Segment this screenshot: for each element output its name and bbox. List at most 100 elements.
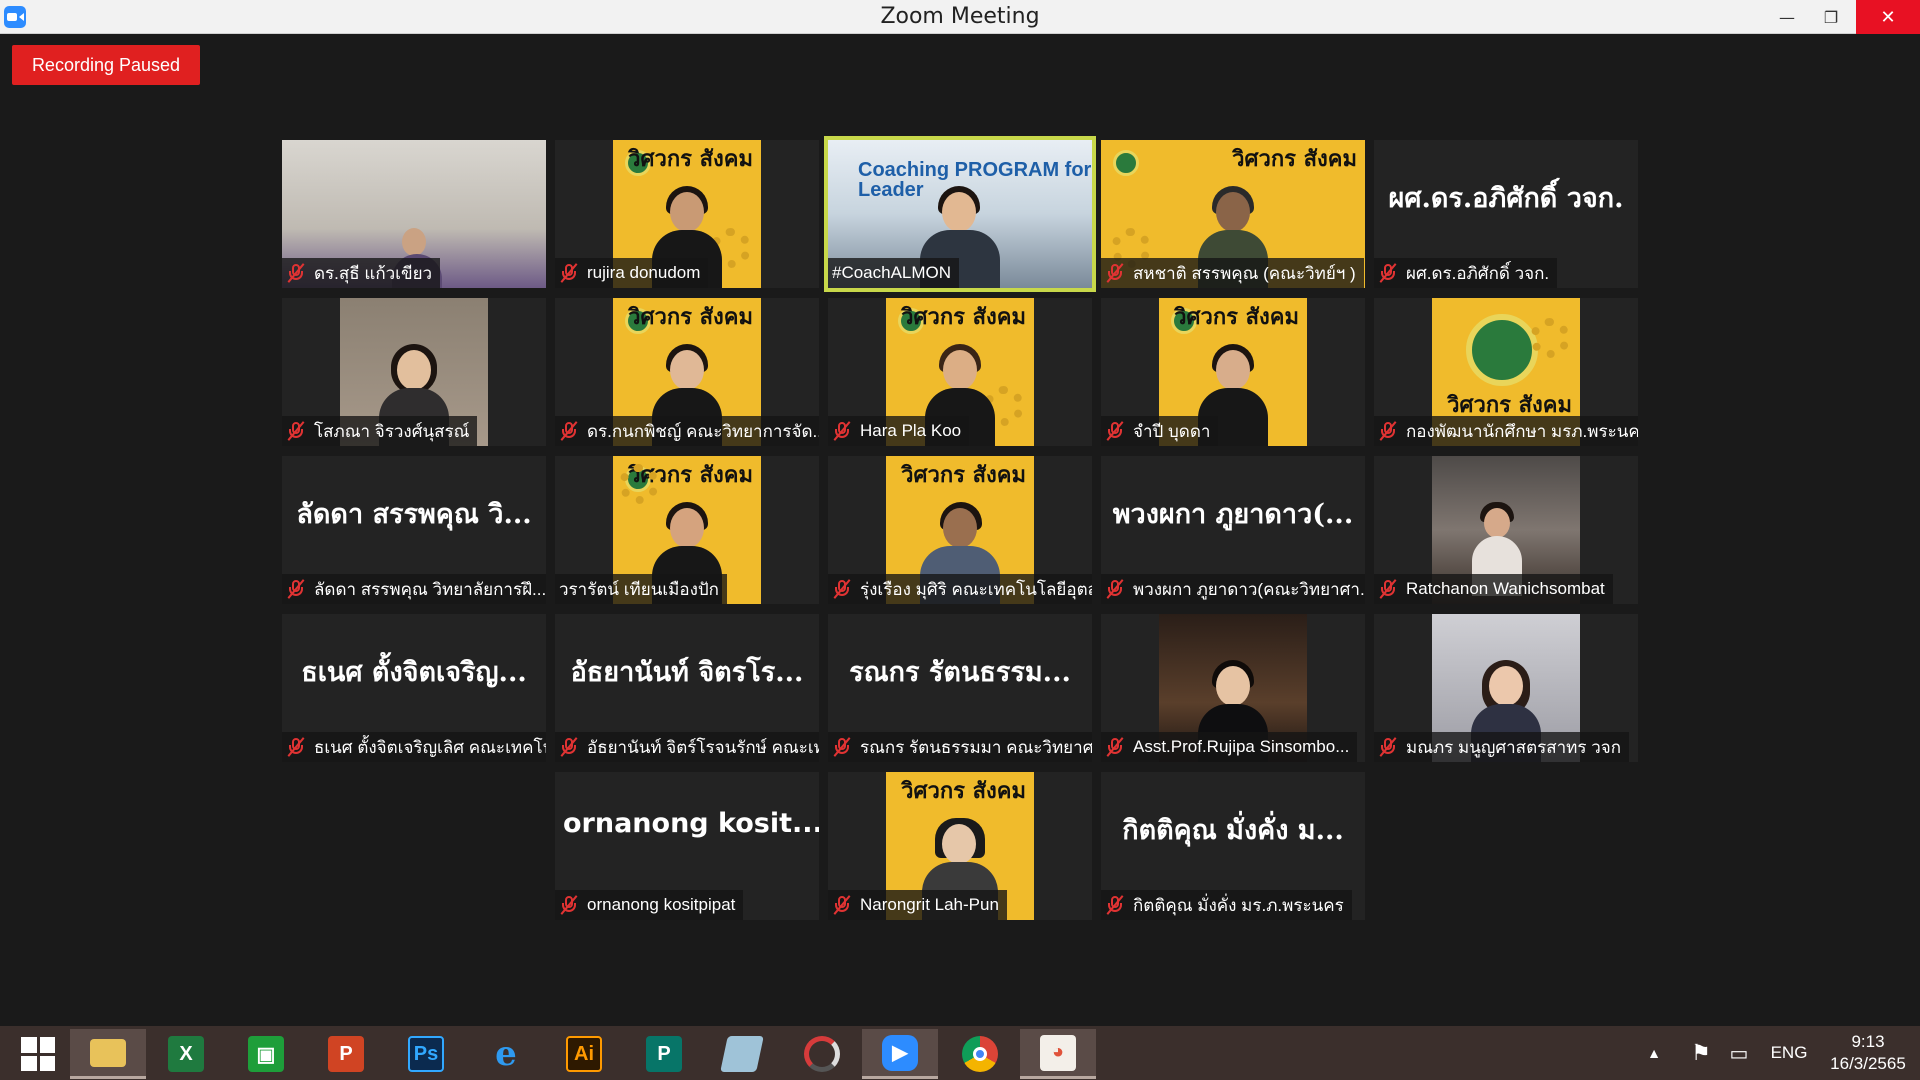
muted-mic-icon xyxy=(1378,262,1398,284)
participant-tile[interactable]: วิศวกร สังคม สหชาติ สรรพคุณ (คณะวิทย์ฯ ) xyxy=(1101,140,1365,288)
muted-mic-icon xyxy=(559,262,579,284)
participant-name: วรารัตน์ เทียนเมืองปัก xyxy=(555,574,727,604)
participant-name: Narongrit Lah-Pun xyxy=(828,890,1007,920)
language-indicator[interactable]: ENG xyxy=(1764,1026,1814,1080)
excel-icon: X xyxy=(168,1036,204,1072)
chrome-icon xyxy=(962,1036,998,1072)
participant-name: อัธยานันท์ จิตร์โรจนรักษ์ คณะเท... xyxy=(555,732,819,762)
participant-display-name: ลัดดา สรรพคุณ วิ... xyxy=(296,499,532,530)
participant-tile[interactable]: ดร.สุธี แก้วเขียว xyxy=(282,140,546,288)
taskbar-powerpoint[interactable]: P xyxy=(308,1029,384,1079)
muted-mic-icon xyxy=(286,262,306,284)
clock-time: 9:13 xyxy=(1851,1032,1885,1051)
participant-tile[interactable]: พวงผกา ภูยาดาว(... พวงผกา ภูยาดาว(คณะวิท… xyxy=(1101,456,1365,604)
muted-mic-icon xyxy=(832,578,852,600)
participant-tile[interactable]: Asst.Prof.Rujipa Sinsombo... xyxy=(1101,614,1365,762)
paint-icon: ◕ xyxy=(1040,1034,1076,1071)
taskbar: X ▣ P Ps e Ai P ▶ ◕ ▲ ⚑ ▭ ENG 9:13 16/3/… xyxy=(0,1026,1920,1080)
muted-mic-icon xyxy=(1378,578,1398,600)
taskbar-photoshop[interactable]: Ps xyxy=(388,1029,464,1079)
store-bag-icon: ▣ xyxy=(248,1036,284,1072)
participant-name: ดร.สุธี แก้วเขียว xyxy=(282,258,441,288)
muted-mic-icon xyxy=(286,578,306,600)
participant-tile[interactable]: วิศวกร สังคม Hara Pla Koo xyxy=(828,298,1092,446)
participant-tile[interactable]: อัธยานันท์ จิตรโร... อัธยานันท์ จิตร์โรจ… xyxy=(555,614,819,762)
muted-mic-icon xyxy=(832,736,852,758)
publisher-icon: P xyxy=(646,1036,682,1072)
muted-mic-icon xyxy=(1105,420,1125,442)
active-speaker-tile[interactable]: Coaching PROGRAM for Leader #CoachALMON xyxy=(824,136,1096,292)
muted-mic-icon xyxy=(1378,420,1398,442)
participant-tile[interactable]: Ratchanon Wanichsombat xyxy=(1374,456,1638,604)
taskbar-publisher[interactable]: P xyxy=(626,1029,702,1079)
show-hidden-icons-button[interactable]: ▲ xyxy=(1640,1026,1668,1080)
participant-tile[interactable]: วิศวกร สังคม รุ่งเรือง มุศิริ คณะเทคโนโล… xyxy=(828,456,1092,604)
participant-name: rujira donudom xyxy=(555,258,709,288)
participant-name: จำปี บุดดา xyxy=(1101,416,1219,446)
network-icon[interactable]: ▭ xyxy=(1724,1026,1754,1080)
participant-tile[interactable]: วิศวกร สังคม จำปี บุดดา xyxy=(1101,298,1365,446)
taskbar-illustrator[interactable]: Ai xyxy=(546,1029,622,1079)
minimize-button[interactable]: — xyxy=(1764,0,1810,34)
taskbar-file-explorer[interactable] xyxy=(70,1029,146,1079)
participant-name: Ratchanon Wanichsombat xyxy=(1374,574,1613,604)
participant-name: กองพัฒนานักศึกษา มรภ.พระนคร xyxy=(1374,416,1638,446)
participant-tile[interactable]: วิศวกร สังคม กองพัฒนานักศึกษา มรภ.พระนคร xyxy=(1374,298,1638,446)
participant-tile[interactable]: มณภร มนูญศาสตรสาทร วจก xyxy=(1374,614,1638,762)
participant-tile[interactable]: โสภณา จิรวงศ์นุสรณ์ xyxy=(282,298,546,446)
zoom-camera-icon: ▶ xyxy=(882,1034,918,1071)
participant-tile[interactable]: ผศ.ดร.อภิศักดิ์ วจก. ผศ.ดร.อภิศักดิ์ วจก… xyxy=(1374,140,1638,288)
participant-name: #CoachALMON xyxy=(828,258,960,288)
powerpoint-icon: P xyxy=(328,1036,364,1072)
participant-name: รณกร รัตนธรรมมา คณะวิทยาศ... xyxy=(828,732,1092,762)
participant-tile[interactable]: ธเนศ ตั้งจิตเจริญ... ธเนศ ตั้งจิตเจริญเล… xyxy=(282,614,546,762)
clock-date: 16/3/2565 xyxy=(1830,1054,1906,1073)
participant-name: ผศ.ดร.อภิศักดิ์ วจก. xyxy=(1374,258,1558,288)
taskbar-notes[interactable] xyxy=(704,1029,780,1079)
participant-name: ธเนศ ตั้งจิตเจริญเลิศ คณะเทคโน... xyxy=(282,732,546,762)
participant-tile[interactable]: วิศวกร สังคม Narongrit Lah-Pun xyxy=(828,772,1092,920)
muted-mic-icon xyxy=(286,420,306,442)
taskbar-store[interactable]: ▣ xyxy=(228,1029,304,1079)
participant-tile[interactable]: รณกร รัตนธรรม... รณกร รัตนธรรมมา คณะวิทย… xyxy=(828,614,1092,762)
muted-mic-icon xyxy=(1105,262,1125,284)
window-title: Zoom Meeting xyxy=(880,4,1040,29)
participant-tile[interactable]: ornanong kosit... ornanong kositpipat xyxy=(555,772,819,920)
participant-name: Asst.Prof.Rujipa Sinsombo... xyxy=(1101,732,1358,762)
participant-display-name: อัธยานันท์ จิตรโร... xyxy=(570,657,804,688)
taskbar-chrome[interactable] xyxy=(942,1029,1018,1079)
muted-mic-icon xyxy=(286,736,306,758)
participant-tile[interactable]: วิศวกร สังคม วรารัตน์ เทียนเมืองปัก xyxy=(555,456,819,604)
participant-display-name: ธเนศ ตั้งจิตเจริญ... xyxy=(301,657,527,688)
muted-mic-icon xyxy=(559,736,579,758)
participant-display-name: กิตติคุณ มั่งคั่ง ม... xyxy=(1122,815,1344,846)
participant-name: ลัดดา สรรพคุณ วิทยาลัยการฝึ... xyxy=(282,574,546,604)
participant-name: กิตติคุณ มั่งคั่ง มร.ภ.พระนคร xyxy=(1101,890,1352,920)
participant-display-name: พวงผกา ภูยาดาว(... xyxy=(1112,499,1354,530)
participant-name: สหชาติ สรรพคุณ (คณะวิทย์ฯ ) xyxy=(1101,258,1364,288)
taskbar-photoscape[interactable] xyxy=(784,1029,860,1079)
participant-name: Hara Pla Koo xyxy=(828,416,970,446)
system-clock[interactable]: 9:13 16/3/2565 xyxy=(1818,1031,1918,1075)
taskbar-internet-explorer[interactable]: e xyxy=(468,1029,544,1079)
muted-mic-icon xyxy=(832,894,852,916)
participant-tile[interactable]: กิตติคุณ มั่งคั่ง ม... กิตติคุณ มั่งคั่ง… xyxy=(1101,772,1365,920)
action-center-flag-icon[interactable]: ⚑ xyxy=(1686,1026,1716,1080)
maximize-button[interactable]: ❐ xyxy=(1808,0,1854,34)
participant-name: ดร.กนกพิชญ์ คณะวิทยาการจัด... xyxy=(555,416,819,446)
participant-tile[interactable]: วิศวกร สังคม rujira donudom xyxy=(555,140,819,288)
muted-mic-icon xyxy=(559,894,579,916)
participant-name: พวงผกา ภูยาดาว(คณะวิทยาศา... xyxy=(1101,574,1365,604)
start-button[interactable] xyxy=(0,1029,76,1079)
participant-tile[interactable]: ลัดดา สรรพคุณ วิ... ลัดดา สรรพคุณ วิทยาล… xyxy=(282,456,546,604)
close-button[interactable]: ✕ xyxy=(1856,0,1920,34)
taskbar-paint[interactable]: ◕ xyxy=(1020,1029,1096,1079)
internet-explorer-icon: e xyxy=(495,1034,517,1074)
participant-name: โสภณา จิรวงศ์นุสรณ์ xyxy=(282,416,478,446)
recording-paused-badge[interactable]: Recording Paused xyxy=(12,45,200,85)
photoscape-icon xyxy=(804,1036,840,1072)
taskbar-excel[interactable]: X xyxy=(148,1029,224,1079)
participant-name: รุ่งเรือง มุศิริ คณะเทคโนโลยีอุตส... xyxy=(828,574,1092,604)
participant-tile[interactable]: วิศวกร สังคม ดร.กนกพิชญ์ คณะวิทยาการจัด.… xyxy=(555,298,819,446)
taskbar-zoom[interactable]: ▶ xyxy=(862,1029,938,1079)
